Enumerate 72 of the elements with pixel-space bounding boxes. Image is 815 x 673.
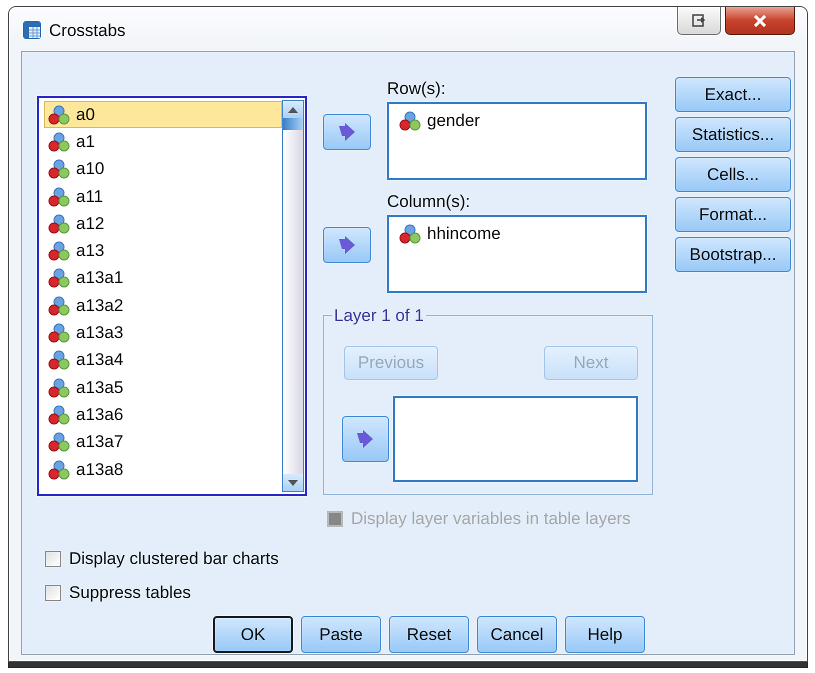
variable-icon — [48, 378, 70, 398]
checkbox[interactable] — [45, 551, 61, 567]
table-icon — [21, 19, 43, 41]
scroll-down-button[interactable] — [283, 474, 303, 491]
variable-item[interactable]: a13a6 — [44, 401, 282, 429]
arrow-right-icon — [355, 430, 376, 448]
variable-item[interactable]: a10 — [44, 156, 282, 183]
arrow-right-icon — [337, 236, 357, 254]
variable-icon — [48, 186, 70, 207]
move-button[interactable] — [323, 227, 371, 263]
variable-icon — [48, 268, 70, 288]
dialog-button[interactable]: Exact... — [675, 77, 791, 112]
dialog-button[interactable]: Cells... — [675, 157, 791, 192]
arrow-down-icon — [288, 480, 298, 486]
rows-list[interactable]: gender — [387, 102, 647, 180]
variable-icon — [48, 241, 70, 262]
variable-item[interactable]: a13a4 — [44, 346, 282, 374]
variable-item[interactable]: a12 — [44, 210, 282, 238]
dialog-button[interactable]: Cancel — [477, 616, 557, 653]
variable-icon — [48, 296, 70, 316]
window-title: Crosstabs — [49, 21, 126, 41]
variable-icon — [399, 111, 421, 131]
variable-item[interactable]: a11 — [44, 182, 282, 210]
variable-item[interactable]: gender — [399, 108, 635, 134]
rows-label: Row(s): — [387, 79, 447, 99]
columns-label: Column(s): — [387, 192, 472, 212]
variable-icon — [48, 404, 70, 425]
variable-item[interactable]: a13a3 — [44, 319, 282, 347]
dialog-button[interactable]: Bootstrap... — [675, 237, 791, 272]
arrow-right-icon — [337, 123, 357, 141]
variable-icon — [399, 224, 421, 244]
scroll-up-button[interactable] — [283, 101, 303, 118]
variable-item[interactable]: a13a2 — [44, 292, 282, 320]
dialog-button[interactable]: Paste — [301, 616, 381, 653]
variable-icon — [48, 132, 70, 152]
scroll-thumb[interactable] — [283, 118, 303, 130]
variable-item[interactable]: a13 — [44, 237, 282, 265]
layer-title: Layer 1 of 1 — [332, 306, 426, 326]
dialog-button[interactable]: OK — [213, 616, 293, 653]
variable-item[interactable]: a13a1 — [44, 264, 282, 292]
dialog-button[interactable]: Statistics... — [675, 117, 791, 152]
close-icon — [753, 14, 767, 26]
dialog-button[interactable]: Help — [565, 616, 645, 653]
close-button[interactable] — [725, 7, 795, 35]
window-icon — [692, 14, 706, 27]
checkbox-label: Suppress tables — [69, 583, 191, 603]
variable-icon — [48, 323, 70, 344]
checkbox-label: Display clustered bar charts — [69, 549, 279, 569]
arrow-up-icon — [288, 106, 298, 112]
variable-icon — [48, 159, 70, 180]
variable-icon — [48, 350, 70, 370]
checkbox[interactable] — [45, 585, 61, 601]
variable-list[interactable]: a0 a1 a10 a11 a12 a13 a13a1 a13a2 a13a3 a13a4 a13a5 a13a6 a13a7 a13a8 — [37, 96, 307, 496]
variable-item[interactable]: a1 — [44, 128, 282, 156]
dialog-button[interactable]: Format... — [675, 197, 791, 232]
variable-icon — [48, 104, 70, 125]
variable-item[interactable]: a0 — [44, 101, 282, 128]
layer-list[interactable] — [392, 396, 638, 482]
checkbox-label: Display layer variables in table layers — [351, 509, 631, 529]
variable-icon — [48, 460, 70, 480]
variable-item[interactable]: a13a5 — [44, 374, 282, 402]
variable-icon — [48, 432, 70, 452]
variable-item[interactable]: hhincome — [399, 221, 635, 247]
columns-list[interactable]: hhincome — [387, 215, 647, 293]
variable-item[interactable]: a13a7 — [44, 428, 282, 456]
variable-item[interactable]: a13a8 — [44, 456, 282, 484]
scrollbar[interactable] — [282, 100, 304, 492]
move-button[interactable] — [323, 114, 371, 150]
restore-button[interactable] — [677, 7, 721, 35]
variable-icon — [48, 214, 70, 234]
move-button[interactable] — [342, 416, 389, 462]
dialog-button[interactable]: Reset — [389, 616, 469, 653]
